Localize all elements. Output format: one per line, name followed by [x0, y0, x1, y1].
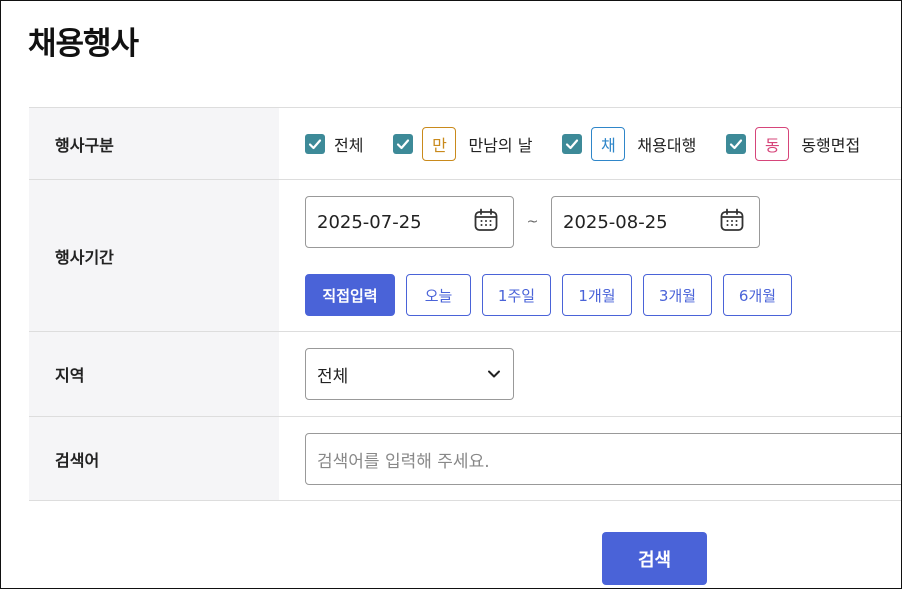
checkbox-label: 전체 — [334, 135, 364, 155]
checkbox-label: 만남의 날 — [468, 135, 533, 155]
calendar-icon[interactable] — [719, 207, 745, 238]
region-label: 지역 — [29, 332, 279, 416]
checkbox-checked-icon[interactable] — [562, 133, 583, 154]
keyword-label: 검색어 — [29, 417, 279, 500]
checkbox-all[interactable]: 전체 — [305, 132, 363, 156]
event-type-row: 행사구분 전체 만 만남의 날 채 채용대행 동 동행면접 — [29, 108, 901, 180]
region-selected-value: 전체 — [317, 366, 349, 387]
region-select[interactable]: 전체 — [305, 348, 514, 400]
period-1month-button[interactable]: 1개월 — [562, 274, 632, 316]
accompany-interview-tag: 동 — [755, 126, 790, 161]
period-3month-button[interactable]: 3개월 — [643, 274, 712, 316]
meeting-day-tag: 만 — [422, 126, 457, 161]
event-type-label: 행사구분 — [29, 108, 279, 179]
period-1week-button[interactable]: 1주일 — [482, 274, 551, 316]
start-date-value: 2025-07-25 — [317, 211, 422, 233]
period-6month-button[interactable]: 6개월 — [723, 274, 792, 316]
checkbox-checked-icon[interactable] — [393, 133, 414, 154]
search-form: 행사구분 전체 만 만남의 날 채 채용대행 동 동행면접 행사기간 2025-… — [29, 107, 901, 501]
keyword-controls: 검색어를 입력해 주세요. — [279, 417, 901, 500]
event-type-options: 전체 만 만남의 날 채 채용대행 동 동행면접 — [279, 108, 901, 179]
date-separator: ~ — [526, 214, 539, 230]
period-custom-button[interactable]: 직접입력 — [305, 274, 395, 316]
checkbox-checked-icon[interactable] — [726, 133, 747, 154]
period-today-button[interactable]: 오늘 — [406, 274, 471, 316]
page-title: 채용행사 — [28, 26, 139, 62]
keyword-row: 검색어 검색어를 입력해 주세요. — [29, 417, 901, 501]
search-button[interactable]: 검색 — [602, 532, 707, 585]
event-period-row: 행사기간 2025-07-25 ~ 2025-08-25 직접입력 오늘 1주일… — [29, 180, 901, 332]
event-period-label: 행사기간 — [29, 180, 279, 331]
chevron-down-icon[interactable] — [487, 364, 501, 384]
calendar-icon[interactable] — [473, 207, 499, 238]
end-date-input[interactable]: 2025-08-25 — [551, 196, 760, 248]
start-date-input[interactable]: 2025-07-25 — [305, 196, 514, 248]
recruit-agency-tag: 채 — [591, 126, 626, 161]
checkbox-accompany-interview[interactable]: 동 동행면접 — [726, 126, 861, 161]
keyword-input[interactable]: 검색어를 입력해 주세요. — [305, 433, 901, 485]
checkbox-meeting-day[interactable]: 만 만남의 날 — [393, 126, 533, 161]
checkbox-recruit-agency[interactable]: 채 채용대행 — [562, 126, 697, 161]
event-period-controls: 2025-07-25 ~ 2025-08-25 직접입력 오늘 1주일 1개월 … — [279, 180, 901, 331]
page-frame: 채용행사 행사구분 전체 만 만남의 날 채 채용대행 동 동행면접 행사기간 … — [0, 0, 902, 589]
end-date-value: 2025-08-25 — [563, 211, 668, 233]
checkbox-label: 채용대행 — [637, 135, 697, 155]
checkbox-label: 동행면접 — [801, 135, 861, 155]
region-controls: 전체 — [279, 332, 901, 416]
checkbox-checked-icon[interactable] — [305, 133, 325, 154]
region-row: 지역 전체 — [29, 332, 901, 417]
